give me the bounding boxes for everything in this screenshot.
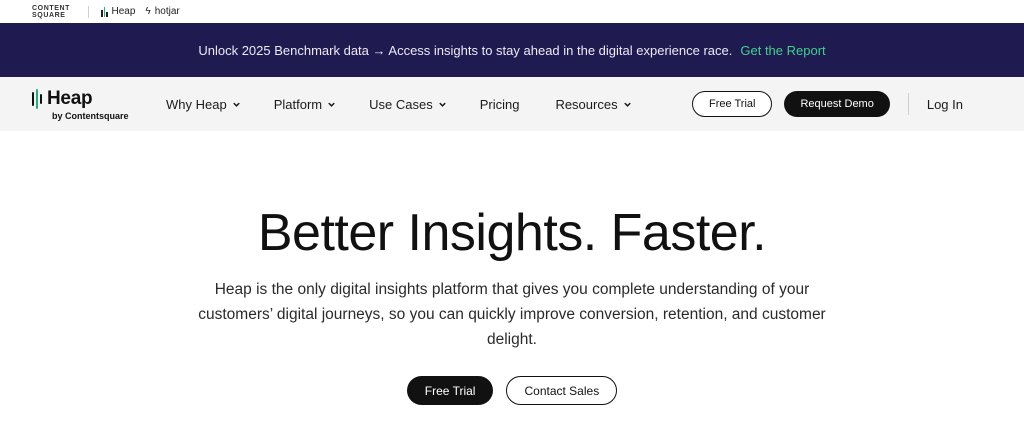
contentsquare-logo-line2: SQUARE (32, 11, 66, 19)
nav-item-resources[interactable]: Resources (555, 97, 631, 112)
chevron-down-icon (232, 102, 240, 107)
get-report-link[interactable]: Get the Report (740, 43, 825, 58)
nav-item-label: Why Heap (166, 96, 227, 112)
nav-item-label: Resources (555, 96, 618, 112)
hero-title: Better Insights. Faster. (257, 204, 767, 262)
nav-item-platform[interactable]: Platform (274, 97, 336, 112)
hotjar-brand-label: hotjar (154, 6, 180, 17)
nav-item-pricing[interactable]: Pricing (480, 97, 520, 112)
hero-free-trial-button[interactable]: Free Trial (406, 376, 494, 405)
hotjar-brand-link[interactable]: ϟ hotjar (145, 6, 179, 17)
chevron-down-icon (438, 102, 446, 107)
login-link[interactable]: Log In (927, 97, 963, 112)
heap-logo[interactable]: Heap by Contentsquare (32, 88, 160, 121)
contact-sales-button[interactable]: Contact Sales (506, 376, 618, 405)
hero-subtitle: Heap is the only digital insights platfo… (198, 281, 826, 348)
contentsquare-logo[interactable]: CONTENT SQUARE (32, 5, 76, 19)
announcement-text: Unlock 2025 Benchmark data → Access insi… (198, 42, 733, 58)
nav-divider (907, 93, 909, 115)
contentsquare-logo-line1: CONTENT (32, 4, 71, 12)
brand-strip: CONTENT SQUARE Heap ϟ hotjar (0, 0, 1024, 23)
nav-item-label: Pricing (479, 96, 520, 112)
brand-divider (88, 5, 89, 18)
chevron-down-icon (328, 102, 335, 107)
nav-item-use-cases[interactable]: Use Cases (369, 97, 447, 112)
heap-brand-label: Heap (111, 6, 136, 17)
logo-subtitle: by Contentsquare (52, 110, 129, 121)
heap-logo-icon (101, 6, 108, 17)
nav-item-label: Use Cases (369, 96, 433, 112)
request-demo-button[interactable]: Request Demo (784, 91, 890, 117)
hero-actions: Free Trial Contact Sales (0, 376, 1024, 405)
heap-brand-link[interactable]: Heap (101, 6, 135, 17)
hotjar-logo-icon: ϟ (145, 6, 151, 17)
nav-item-why-heap[interactable]: Why Heap (166, 97, 241, 112)
announcement-bar: Unlock 2025 Benchmark data → Access insi… (0, 23, 1024, 77)
nav-menu: Why Heap Platform Use Cases Pricing Reso… (166, 97, 632, 112)
chevron-down-icon (623, 102, 631, 107)
nav-item-label: Platform (273, 96, 323, 112)
hero-section: Better Insights. Faster. Heap is the onl… (0, 203, 1024, 405)
heap-logo-icon (32, 88, 42, 109)
main-nav: Heap by Contentsquare Why Heap Platform … (0, 77, 1024, 131)
free-trial-button[interactable]: Free Trial (692, 91, 773, 117)
logo-name: Heap (47, 87, 93, 109)
nav-actions: Free Trial Request Demo Log In (692, 77, 963, 131)
